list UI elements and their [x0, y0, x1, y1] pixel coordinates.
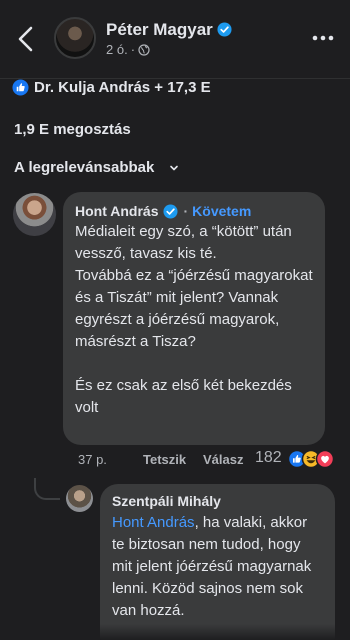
reply-author[interactable]: Szentpáli Mihály — [112, 493, 221, 509]
reactions-summary-text: Dr. Kulja András + 17,3 E — [34, 78, 211, 96]
love-reaction-icon — [315, 449, 335, 469]
like-badge-icon — [12, 78, 29, 96]
comment-actions: 37 p. Tetszik Válasz 182 — [78, 449, 348, 470]
meta-separator: · — [130, 42, 136, 57]
post-time[interactable]: 2 ó. — [106, 42, 128, 57]
reply-thread-line — [34, 478, 60, 500]
back-arrow-icon[interactable] — [14, 24, 38, 54]
reply-button[interactable]: Válasz — [203, 452, 243, 467]
page-name[interactable]: Péter Magyar — [106, 20, 213, 39]
comment-reaction-count[interactable]: 182 — [255, 449, 282, 467]
scroll-fade — [0, 624, 350, 640]
comment-sort-dropdown[interactable]: A legrelevánsabbak — [14, 159, 180, 176]
post-meta: 2 ó. · — [106, 42, 150, 57]
chevron-down-icon — [170, 165, 179, 170]
reply-bubble: Szentpáli Mihály Hont András, ha valaki,… — [100, 484, 335, 640]
follow-button[interactable]: Követem — [192, 203, 251, 219]
verified-badge-icon — [163, 203, 179, 219]
reply-author-line: Szentpáli Mihály — [112, 493, 323, 509]
comment-author[interactable]: Hont András — [75, 203, 158, 219]
sort-label: A legrelevánsabbak — [14, 159, 155, 176]
page-name-link[interactable]: Péter Magyar — [106, 20, 232, 40]
globe-icon — [138, 44, 150, 56]
comment-time[interactable]: 37 p. — [78, 452, 107, 467]
reactions-summary[interactable]: Dr. Kulja András + 17,3 E — [12, 76, 211, 98]
verified-badge-icon — [217, 22, 232, 37]
comment-author-line: Hont András · Követem — [75, 203, 313, 219]
commenter-avatar[interactable] — [13, 193, 56, 236]
reply-avatar[interactable] — [66, 485, 93, 512]
like-button[interactable]: Tetszik — [143, 452, 186, 467]
comment-reactions-stack[interactable] — [287, 449, 347, 469]
mention-link[interactable]: Hont András — [112, 514, 195, 531]
page-avatar[interactable] — [54, 17, 96, 59]
post-header: Péter Magyar 2 ó. · — [0, 0, 350, 76]
more-dots-icon[interactable] — [312, 30, 334, 46]
reply-text-block: Hont András, ha valaki, akkor te biztosa… — [112, 512, 323, 622]
comment-text: Médialeit egy szó, a “kötött” után vessz… — [75, 223, 313, 416]
author-separator: · — [183, 203, 189, 219]
shares-count[interactable]: 1,9 E megosztás — [14, 121, 131, 138]
comment-bubble: Hont András · Követem Médialeit egy szó, … — [63, 192, 325, 445]
